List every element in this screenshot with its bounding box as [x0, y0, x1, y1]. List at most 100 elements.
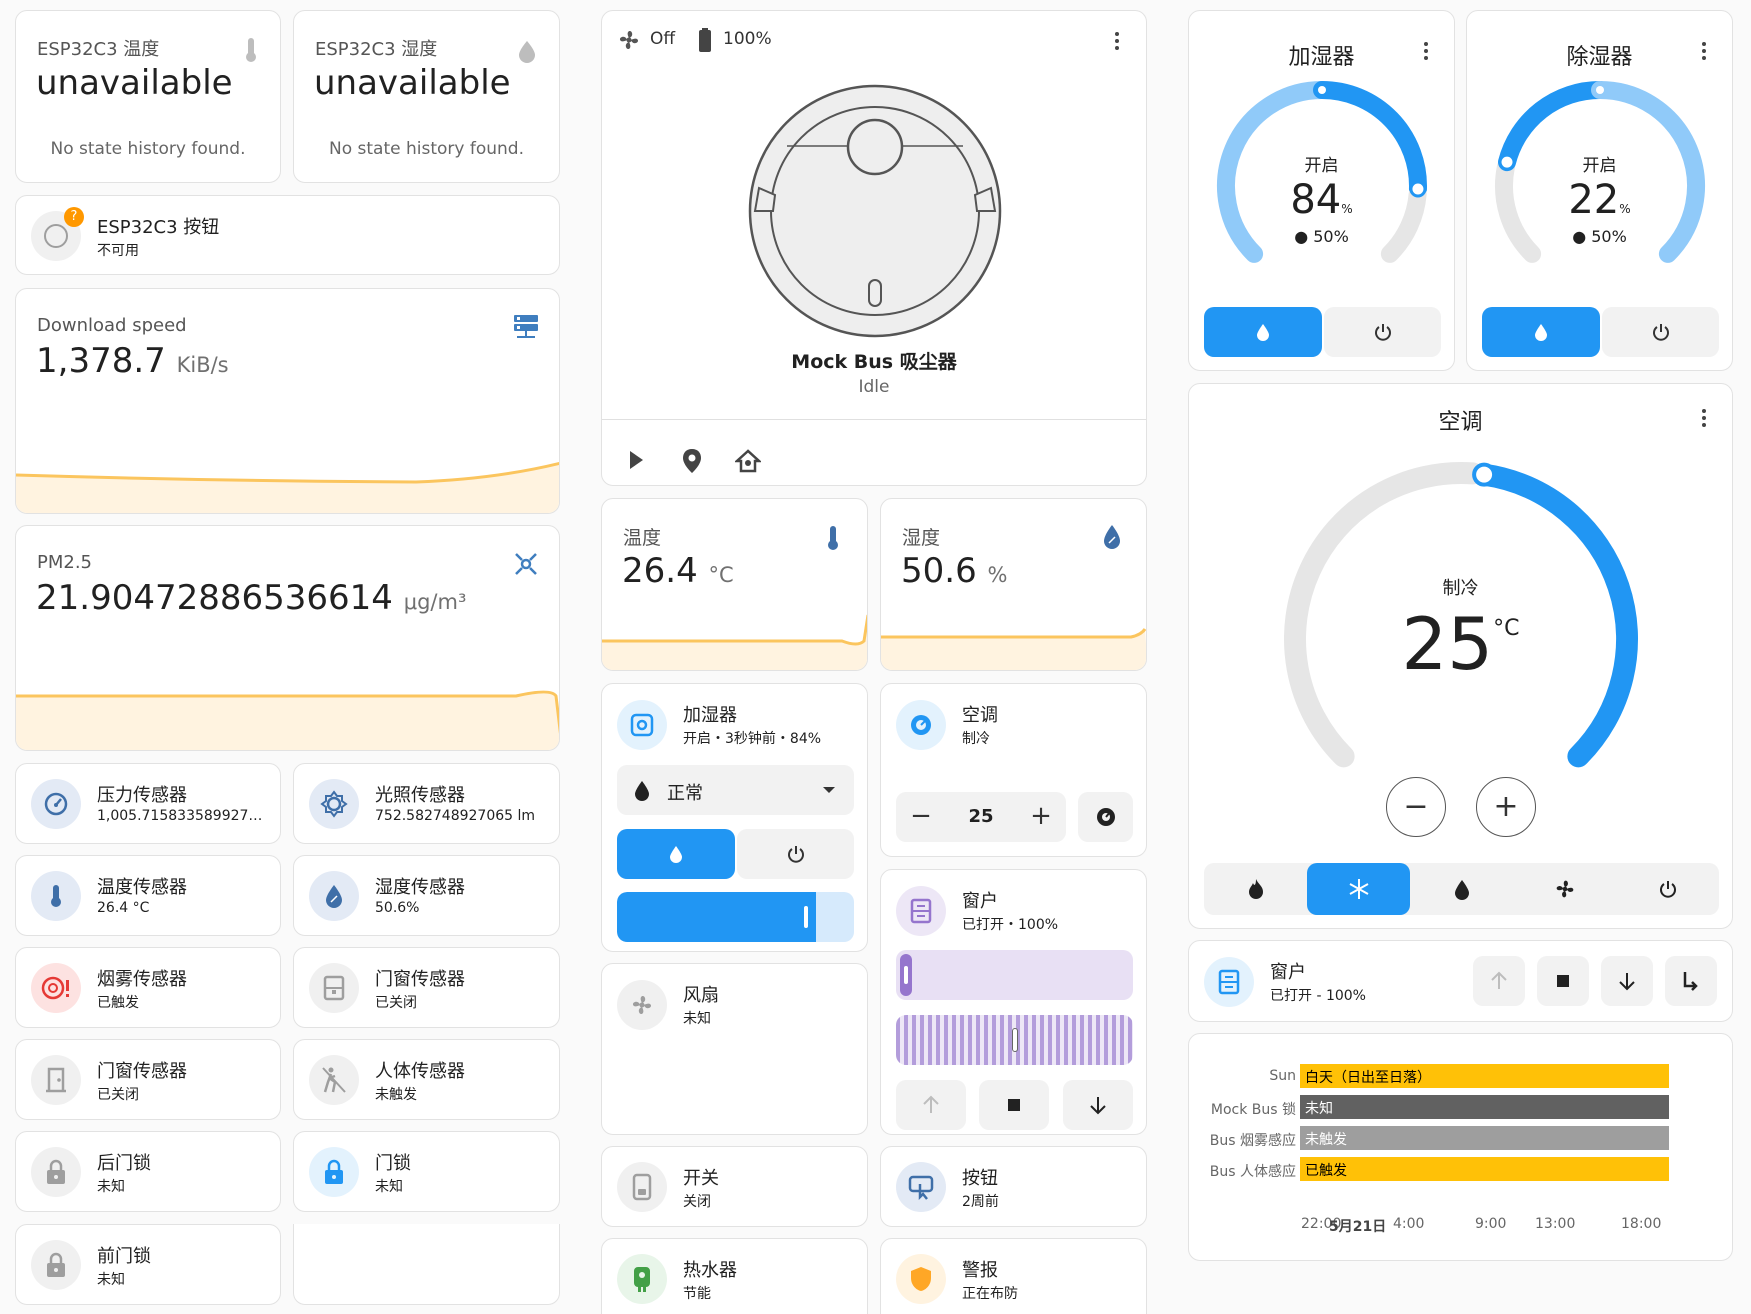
vacuum-card[interactable]: Off 100% Mock Bus 吸尘器 Idle — [601, 10, 1147, 486]
entity-tile[interactable]: 门窗传感器 已关闭 — [15, 1039, 281, 1120]
close-cover-button[interactable] — [1601, 956, 1653, 1006]
temperature-graph-card[interactable]: 温度 26.4 °C — [601, 498, 868, 671]
history-timeline-card[interactable]: Sun 白天（日出至日落） Mock Bus 锁未知 Bus 烟雾感应 未触发 Bus 人… — [1188, 1033, 1733, 1261]
current-humidity: 50% — [1313, 227, 1349, 246]
timeline-segment[interactable]: 已触发 — [1300, 1157, 1669, 1181]
power-icon — [1652, 324, 1669, 341]
esp32c3-humidity-card[interactable]: ESP32C3 湿度 unavailable No state history … — [293, 10, 560, 183]
hvac-mode-button[interactable] — [1078, 792, 1133, 842]
close-cover-button[interactable] — [1063, 1080, 1133, 1130]
esp32c3-button-tile[interactable]: ? ESP32C3 按钮 不可用 — [15, 195, 560, 275]
alarm-tile[interactable]: 警报 正在布防 — [880, 1238, 1147, 1314]
entity-tile[interactable]: 前门锁 未知 — [15, 1224, 281, 1305]
entity-tile[interactable]: 温度传感器 26.4 °C — [15, 855, 281, 936]
target-humidity-slider[interactable] — [617, 892, 854, 942]
timeline-row-label: Bus 烟雾感应 — [1209, 1133, 1296, 1149]
humidifier-mode-button[interactable] — [617, 829, 735, 879]
tile-name: 开关 — [683, 1168, 719, 1189]
entity-tile[interactable]: 门窗传感器 已关闭 — [293, 947, 560, 1028]
power-toggle-button[interactable] — [1324, 307, 1441, 357]
open-cover-button[interactable] — [1473, 956, 1525, 1006]
gauge-mode: 开启 — [1582, 156, 1617, 176]
water-percent-icon — [1104, 525, 1120, 549]
divider — [602, 419, 1146, 420]
slider-handle[interactable] — [804, 906, 809, 928]
entity-tile[interactable]: 烟雾传感器 已触发 — [15, 947, 281, 1028]
home-map-marker-icon[interactable] — [735, 449, 761, 473]
timeline-tick-label: 5月21日 — [1329, 1219, 1387, 1235]
download-speed-card[interactable]: Download speed 1,378.7 KiB/s — [15, 288, 560, 514]
map-marker-icon[interactable] — [681, 448, 703, 474]
increase-button[interactable]: + — [1476, 777, 1536, 837]
humidity-graph-card[interactable]: 湿度 50.6 % — [880, 498, 1147, 671]
ac-thermostat-card[interactable]: 空调 制冷 25°C − + — [1188, 383, 1733, 929]
gauge-handle[interactable] — [1472, 462, 1497, 487]
timeline-segment[interactable]: 白天（日出至日落） — [1300, 1064, 1669, 1088]
stop-cover-button[interactable] — [1537, 956, 1589, 1006]
sensor-value: 26.4 °C — [622, 551, 734, 591]
tilt-slider[interactable] — [896, 1015, 1133, 1065]
cool-mode-button[interactable] — [1307, 863, 1410, 915]
power-toggle-button[interactable] — [1602, 307, 1719, 357]
battery-level: 100% — [723, 29, 772, 49]
switch-tile[interactable]: 开关 关闭 — [601, 1146, 868, 1227]
fan-icon — [619, 30, 639, 50]
dry-mode-button[interactable] — [1410, 863, 1513, 915]
decrease-button[interactable]: − — [1386, 777, 1446, 837]
more-options-button[interactable] — [1701, 406, 1707, 430]
arrow-up-icon — [1491, 971, 1507, 989]
slider-handle[interactable] — [900, 954, 912, 996]
fan-icon — [1556, 880, 1573, 898]
esp32c3-temperature-card[interactable]: ESP32C3 温度 unavailable No state history … — [15, 10, 281, 183]
heat-mode-button[interactable] — [1204, 863, 1307, 915]
entity-tile[interactable]: 光照传感器 752.582748927065 lm — [293, 763, 560, 844]
power-toggle-button[interactable] — [737, 829, 854, 879]
open-cover-button[interactable] — [896, 1080, 966, 1130]
water-heater-tile[interactable]: 热水器 节能 — [601, 1238, 868, 1314]
water-boiler-icon — [617, 1254, 667, 1304]
current-value-marker — [1318, 86, 1326, 94]
entity-tile[interactable]: 后门锁 未知 — [15, 1131, 281, 1212]
thermostat-icon — [896, 700, 946, 750]
sensor-value: 50.6 % — [901, 551, 1007, 591]
gauge-value-number: 84 — [1290, 177, 1342, 223]
dehumidifier-mode-button[interactable] — [1482, 307, 1600, 357]
button-tile[interactable]: 按钮 2周前 — [880, 1146, 1147, 1227]
power-icon — [787, 846, 804, 863]
decrease-button[interactable]: − — [906, 801, 936, 831]
mode-select[interactable]: 正常 — [617, 765, 854, 815]
window-cover-card[interactable]: 窗户 已打开 - 100% — [1188, 940, 1733, 1022]
slider-handle[interactable] — [1012, 1029, 1017, 1051]
more-options-button[interactable] — [1701, 39, 1707, 63]
tilt-button[interactable] — [1665, 956, 1717, 1006]
pm25-card[interactable]: PM2.5 21.90472886536614 μg/m³ — [15, 525, 560, 751]
dehumidifier-card[interactable]: 除湿器 开启 22% ● 50% — [1466, 10, 1733, 371]
tile-name: 人体传感器 — [375, 1061, 465, 1082]
fan-only-mode-button[interactable] — [1513, 863, 1616, 915]
water-icon: ● — [1572, 227, 1587, 246]
stop-cover-button[interactable] — [979, 1080, 1049, 1130]
timeline-segment[interactable]: 未触发 — [1300, 1126, 1669, 1150]
tile-name: 前门锁 — [97, 1246, 151, 1267]
tile-state: 已打开・100% — [962, 917, 1059, 933]
fan-tile[interactable]: 风扇 未知 — [601, 963, 868, 1135]
tile-state: 节能 — [683, 1286, 711, 1302]
humidifier-mode-button[interactable] — [1204, 307, 1322, 357]
humidifier-card[interactable]: 加湿器 开启 84% ● 50% — [1188, 10, 1455, 371]
humidifier-tile[interactable]: 加湿器 开启・3秒钟前・84% 正常 — [601, 683, 868, 952]
entity-tile[interactable]: 门锁 未知 — [293, 1131, 560, 1212]
play-icon[interactable] — [627, 449, 645, 471]
entity-tile[interactable]: 压力传感器 1,005.7158335899276… — [15, 763, 281, 844]
more-options-button[interactable] — [1423, 39, 1429, 63]
position-slider[interactable] — [896, 950, 1133, 1000]
arrow-down-icon — [1090, 1097, 1106, 1115]
climate-tile[interactable]: 空调 制冷 − 25 + — [880, 683, 1147, 857]
off-mode-button[interactable] — [1616, 863, 1719, 915]
entity-tile[interactable]: 人体传感器 未触发 — [293, 1039, 560, 1120]
cover-tile[interactable]: 窗户 已打开・100% — [880, 869, 1147, 1135]
increase-button[interactable]: + — [1026, 801, 1056, 831]
timeline-chart: Sun 白天（日出至日落） Mock Bus 锁未知 Bus 烟雾感应 未触发 Bus 人… — [1189, 1034, 1732, 1260]
timeline-segment[interactable]: 未知 — [1300, 1095, 1669, 1119]
entity-tile[interactable]: 湿度传感器 50.6% — [293, 855, 560, 936]
more-options-button[interactable] — [1114, 29, 1120, 53]
